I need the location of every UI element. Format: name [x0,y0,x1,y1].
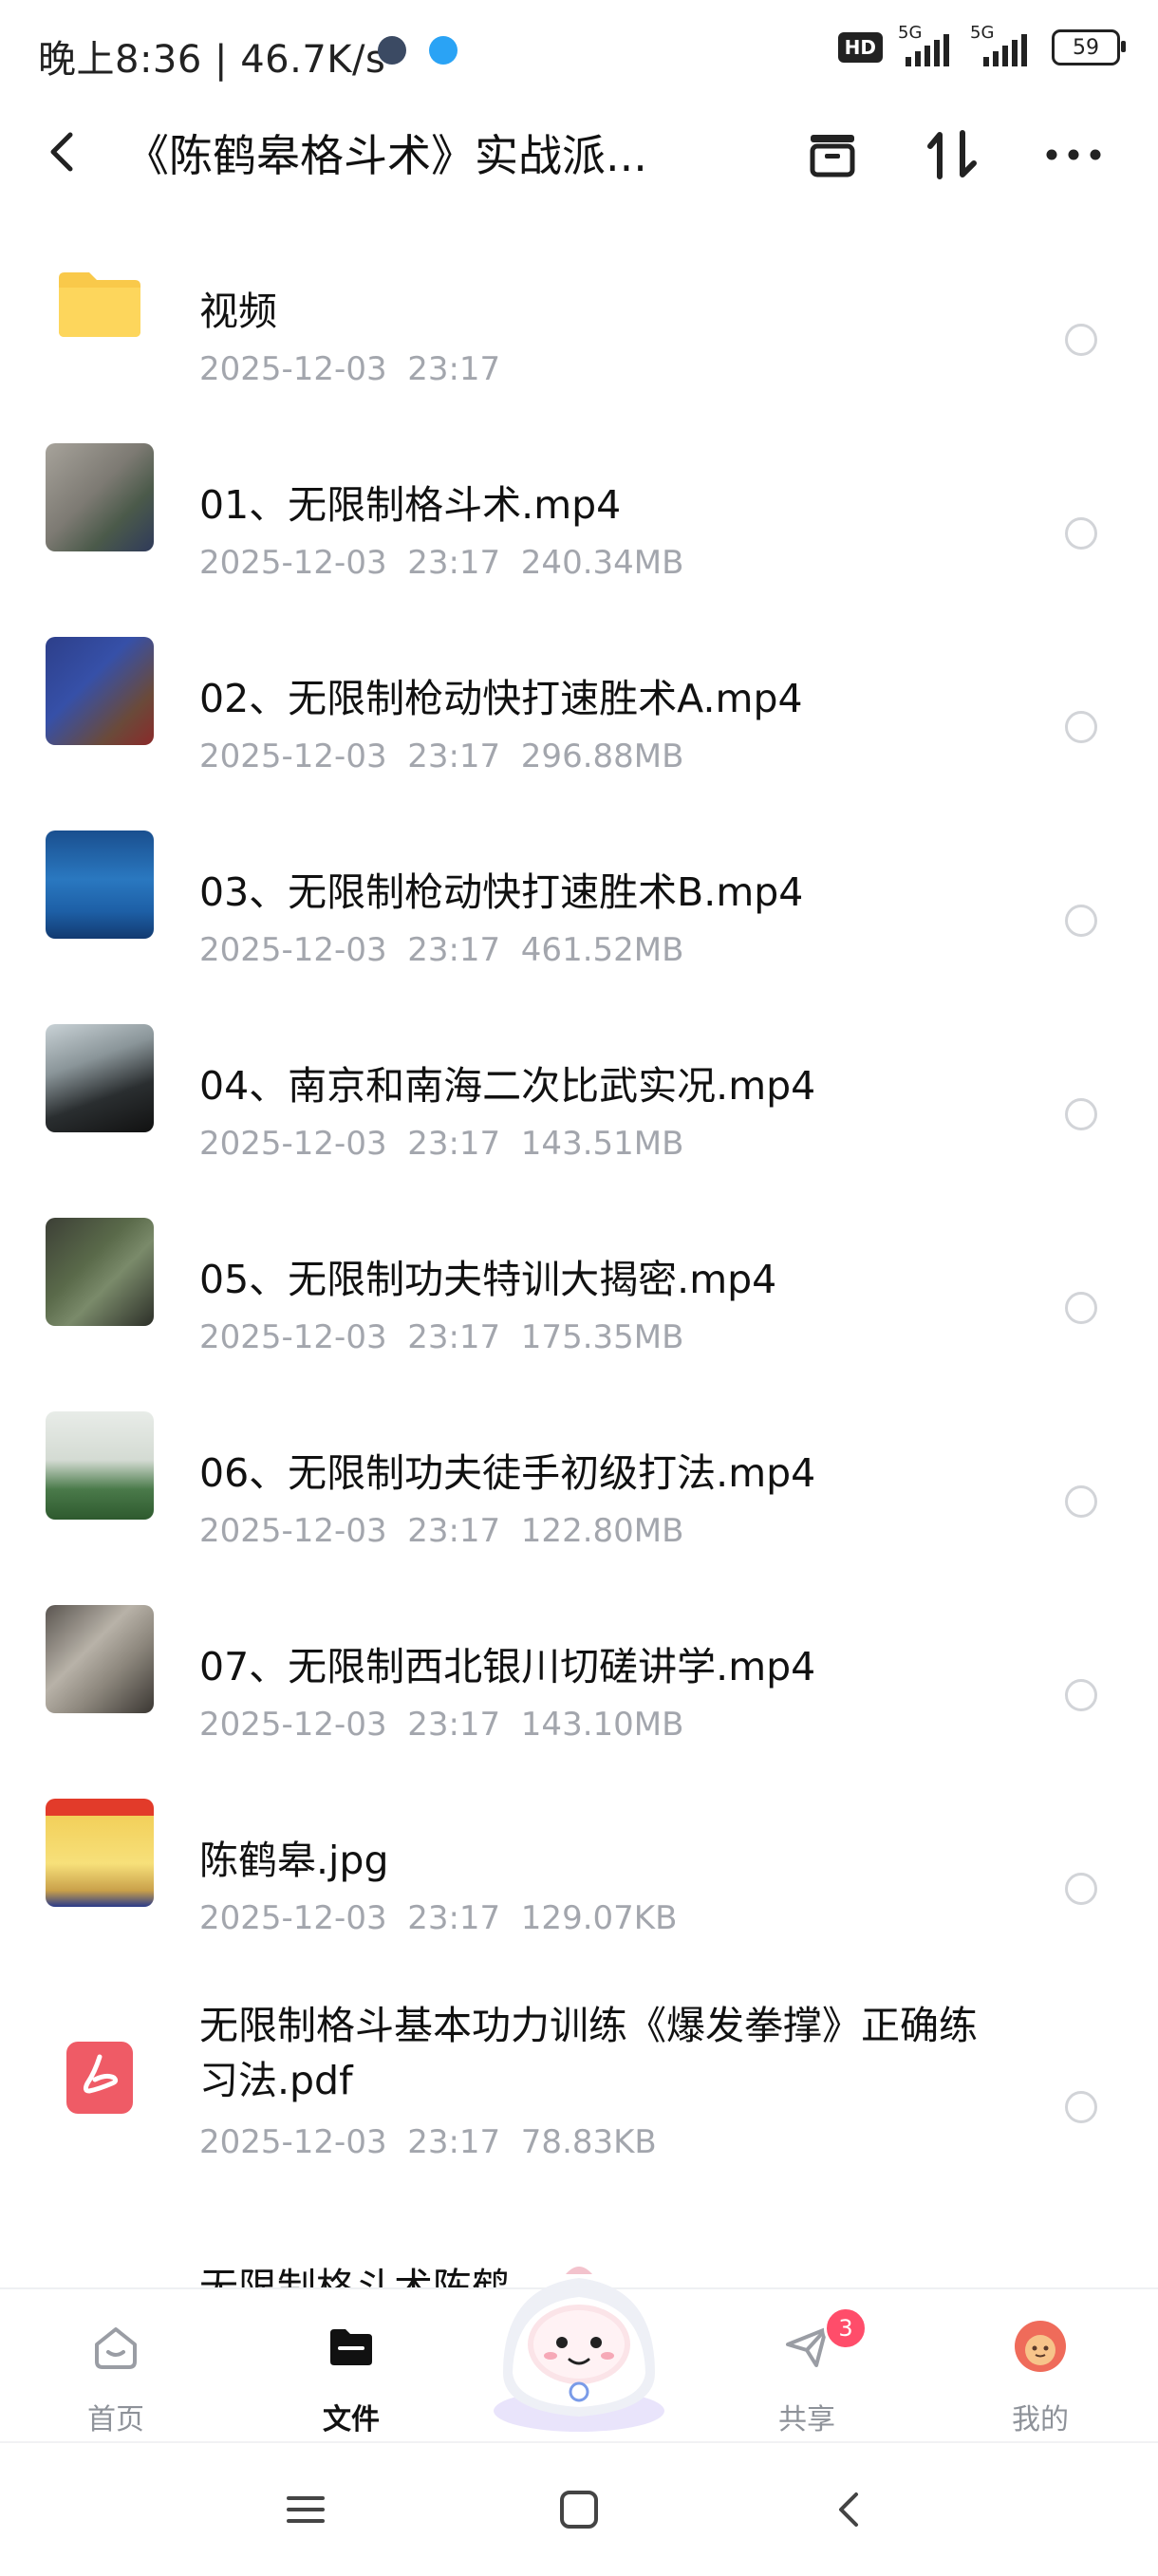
home-icon [89,2320,142,2373]
nav-files-label: 文件 [323,2403,380,2436]
video-thumbnail [46,831,154,939]
signal-icon: 5G [970,23,1037,66]
nav-home[interactable]: 首页 [49,2308,182,2436]
more-icon[interactable] [1040,121,1107,188]
nav-files[interactable]: 文件 [285,2308,418,2436]
assistant-mascot-button[interactable] [475,2231,683,2439]
file-list[interactable]: 视频 2025-12-03 23:17 01、无限制格斗术.mp4 2025-1… [0,204,1158,2287]
folder-icon [46,250,154,358]
file-name: 07、无限制西北银川切磋讲学.mp4 [199,1644,816,1689]
list-item[interactable]: 视频 2025-12-03 23:17 [0,204,1158,398]
file-name: 02、无限制枪动快打速胜术A.mp4 [199,676,803,721]
file-name: 陈鹤皋.jpg [199,1838,389,1883]
select-checkbox[interactable] [1065,517,1097,550]
list-item[interactable]: 无限制格斗基本功力训练《爆发拳撑》正确练习法.pdf 2025-12-03 23… [0,1947,1158,2199]
file-meta: 2025-12-03 23:17 78.83KB [199,2123,657,2161]
video-thumbnail [46,443,154,551]
list-item[interactable]: 05、无限制功夫特训大揭密.mp4 2025-12-03 23:17 175.3… [0,1172,1158,1366]
image-thumbnail [46,1799,154,1907]
archive-icon[interactable] [799,121,866,188]
select-checkbox[interactable] [1065,1098,1097,1130]
home-button-icon[interactable] [551,2481,607,2538]
file-meta: 2025-12-03 23:17 175.35MB [199,1318,684,1356]
avatar [1014,2320,1067,2373]
file-meta: 2025-12-03 23:17 240.34MB [199,544,684,582]
list-item[interactable]: 06、无限制功夫徒手初级打法.mp4 2025-12-03 23:17 122.… [0,1366,1158,1559]
file-meta: 2025-12-03 23:17 143.10MB [199,1706,684,1744]
nav-me-label: 我的 [1012,2403,1069,2436]
select-checkbox[interactable] [1065,1873,1097,1905]
nav-home-label: 首页 [87,2403,144,2436]
select-checkbox[interactable] [1065,1292,1097,1324]
select-checkbox[interactable] [1065,2091,1097,2123]
video-thumbnail [46,637,154,745]
file-meta: 2025-12-03 23:17 143.51MB [199,1125,684,1163]
file-name: 视频 [199,289,277,334]
system-navigation-bar [0,2441,1158,2576]
nav-share[interactable]: 3 共享 [740,2306,873,2436]
select-checkbox[interactable] [1065,711,1097,743]
select-checkbox[interactable] [1065,905,1097,937]
back-icon[interactable] [36,123,93,180]
signal-icon: 5G [898,23,955,66]
file-meta: 2025-12-03 23:17 461.52MB [199,931,684,969]
list-item[interactable]: 07、无限制西北银川切磋讲学.mp4 2025-12-03 23:17 143.… [0,1559,1158,1753]
menu-icon[interactable] [277,2481,334,2538]
app-notification-icon [378,36,406,65]
hd-badge: HD [837,32,883,63]
status-indicators: HD 5G 5G 59 [837,23,1126,66]
file-name: 01、无限制格斗术.mp4 [199,482,622,528]
system-back-icon[interactable] [822,2481,879,2538]
nav-share-label: 共享 [778,2403,835,2436]
select-checkbox[interactable] [1065,1679,1097,1711]
battery-icon: 59 [1052,29,1126,65]
share-badge: 3 [824,2306,868,2350]
pdf-icon [46,2023,154,2131]
file-name: 无限制格斗基本功力训练《爆发拳撑》正确练习法.pdf [199,2003,978,2103]
video-thumbnail [46,1024,154,1132]
video-thumbnail [46,1605,154,1713]
signal-label: 5G [970,23,995,43]
nav-me[interactable]: 我的 [974,2308,1107,2436]
select-checkbox[interactable] [1065,324,1097,356]
video-thumbnail [46,1218,154,1326]
signal-label: 5G [898,23,923,43]
file-name: 04、南京和南海二次比武实况.mp4 [199,1063,816,1109]
list-item[interactable]: 03、无限制枪动快打速胜术B.mp4 2025-12-03 23:17 461.… [0,785,1158,979]
file-meta: 2025-12-03 23:17 129.07KB [199,1899,678,1937]
file-name: 03、无限制枪动快打速胜术B.mp4 [199,869,804,915]
list-item[interactable]: 04、南京和南海二次比武实况.mp4 2025-12-03 23:17 143.… [0,979,1158,1172]
select-checkbox[interactable] [1065,1485,1097,1518]
page-title: 《陈鹤皋格斗术》实战派... [125,130,647,181]
status-bar: 晚上8:36 | 46.7K/s HD 5G 5G 59 [0,0,1158,104]
video-thumbnail [46,1411,154,1520]
sort-icon[interactable] [919,121,985,188]
list-item[interactable]: 陈鹤皋.jpg 2025-12-03 23:17 129.07KB [0,1753,1158,1947]
file-meta: 2025-12-03 23:17 122.80MB [199,1512,684,1550]
file-meta: 2025-12-03 23:17 296.88MB [199,737,684,775]
list-item[interactable]: 02、无限制枪动快打速胜术A.mp4 2025-12-03 23:17 296.… [0,591,1158,785]
file-name: 05、无限制功夫特训大揭密.mp4 [199,1257,777,1302]
list-item[interactable]: 01、无限制格斗术.mp4 2025-12-03 23:17 240.34MB [0,398,1158,591]
top-bar: 《陈鹤皋格斗术》实战派... [0,104,1158,199]
file-name: 06、无限制功夫徒手初级打法.mp4 [199,1450,816,1496]
folder-icon [325,2320,378,2373]
status-time: 晚上8:36 | 46.7K/s [38,38,386,82]
file-meta: 2025-12-03 23:17 [199,350,501,388]
upload-notification-icon [429,36,458,65]
